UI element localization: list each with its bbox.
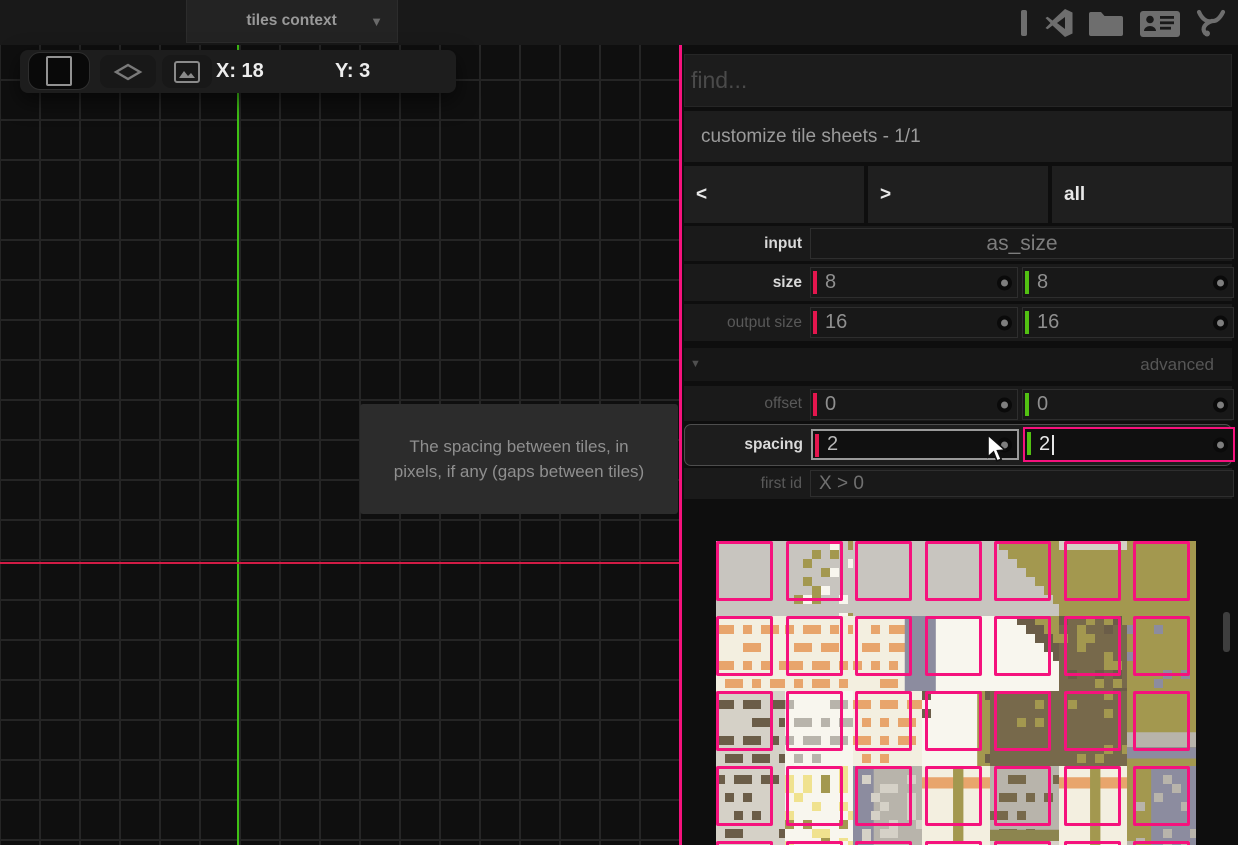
input-label: input [684,226,802,261]
drag-handle-icon[interactable] [1213,397,1228,412]
input-name-field[interactable]: as_size [810,228,1234,259]
first-id-label: first id [684,468,802,499]
advanced-label: advanced [1140,348,1214,381]
image-tool-button[interactable] [162,55,212,88]
context-dropdown-label: tiles context [187,12,370,30]
contact-card-icon[interactable] [1139,8,1181,38]
size-y-field[interactable]: 8 [1022,267,1234,298]
drag-handle-icon[interactable] [997,397,1012,412]
offset-row: offset 0 0 [684,386,1232,421]
size-row: size 8 8 [684,264,1232,301]
first-id-value: X > 0 [811,473,864,495]
offset-label: offset [684,386,802,421]
output-size-x-field[interactable]: 16 [810,307,1018,338]
spacing-y-field[interactable]: 2 [1023,427,1235,462]
advanced-section-row: ▼ advanced [684,348,1232,381]
bar-icon[interactable] [1019,8,1030,38]
output-size-label: output size [684,304,802,341]
first-id-field[interactable]: X > 0 [810,470,1234,497]
square-icon [46,56,72,86]
first-id-row: first id X > 0 [684,468,1232,499]
input-name-value: as_size [811,232,1233,256]
output-size-y-field[interactable]: 16 [1022,307,1234,338]
diamond-tool-button[interactable] [100,55,156,88]
tile-sheet-image [716,541,1196,845]
input-row: input as_size [684,226,1232,261]
drag-handle-icon[interactable] [1213,437,1228,452]
tile-sheet-preview[interactable] [682,520,1238,845]
sheet-pager: < > all [684,166,1232,223]
canvas-toolbar: X: 18 Y: 3 [20,50,456,93]
vscode-icon[interactable] [1043,8,1075,38]
y-axis-color-bar [1025,393,1029,416]
size-x-field[interactable]: 8 [810,267,1018,298]
size-label: size [684,264,802,301]
output-size-row: output size 16 16 [684,304,1232,341]
drag-handle-icon[interactable] [1213,315,1228,330]
hook-icon[interactable] [1194,7,1228,39]
drag-handle-icon[interactable] [997,275,1012,290]
all-sheets-button[interactable]: all [1052,166,1232,223]
diamond-icon [113,61,143,83]
offset-x-field[interactable]: 0 [810,389,1018,420]
folder-icon[interactable] [1088,8,1126,38]
spacing-row: spacing 2 2 [684,424,1232,466]
app-window: tiles context ▼ [0,0,1238,845]
cursor-y-coordinate: Y: 3 [335,50,370,93]
image-icon [173,60,201,84]
cursor-x-coordinate: X: 18 [216,50,264,93]
vertical-guide-line [237,45,239,845]
spacing-label: spacing [685,425,803,465]
drag-handle-icon[interactable] [997,315,1012,330]
x-axis-color-bar [815,434,819,457]
text-caret [1052,435,1054,455]
chevron-down-icon: ▼ [370,14,383,29]
system-tray [1019,0,1228,45]
tile-sheet-panel: customize tile sheets - 1/1 < > all inpu… [682,45,1238,845]
top-bar: tiles context ▼ [0,0,1238,45]
prev-sheet-button[interactable]: < [684,166,864,223]
next-sheet-button[interactable]: > [868,166,1048,223]
square-tool-button[interactable] [28,52,90,90]
spacing-tooltip: The spacing between tiles, in pixels, if… [360,404,678,514]
mouse-cursor [985,434,1009,464]
canvas-grid[interactable]: X: 18 Y: 3 The spacing between tiles, in… [0,45,679,845]
preview-scrollbar[interactable] [1223,612,1230,652]
panel-header: customize tile sheets - 1/1 [684,111,1232,162]
y-axis-color-bar [1025,271,1029,294]
find-input[interactable] [684,54,1232,107]
y-axis-color-bar [1025,311,1029,334]
x-axis-color-bar [813,311,817,334]
x-axis-color-bar [813,393,817,416]
y-axis-color-bar [1027,432,1031,455]
x-axis-color-bar [813,271,817,294]
context-dropdown[interactable]: tiles context ▼ [186,0,398,43]
drag-handle-icon[interactable] [1213,275,1228,290]
collapse-triangle-icon[interactable]: ▼ [690,348,701,381]
horizontal-guide-line [0,562,679,564]
offset-y-field[interactable]: 0 [1022,389,1234,420]
